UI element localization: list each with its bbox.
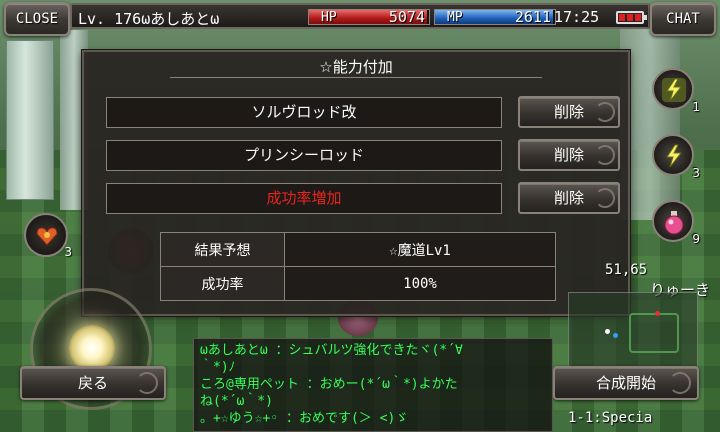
- area-label: 1-1:Specia: [568, 410, 653, 426]
- hp-value: 5074: [388, 8, 425, 26]
- minimap-path: [629, 313, 679, 353]
- chat-line: ころ@専用ペット ：おめー(*´ω｀*)よかた: [200, 377, 458, 392]
- back-button[interactable]: 戻る: [20, 366, 166, 400]
- table-row: 成功率 100%: [160, 266, 556, 301]
- clock: 17:25: [554, 8, 600, 26]
- delete-button[interactable]: 削除: [518, 139, 620, 171]
- minimap[interactable]: [568, 292, 698, 376]
- result-value: 100%: [284, 266, 556, 301]
- top-hud: CLOSE Lv. 176ωあしあとω HP 5074 MP 2611 17:2…: [0, 0, 720, 36]
- chat-button[interactable]: CHAT: [650, 2, 716, 36]
- chat-line: 。+☆ゆう☆+◦ ：おめです(＞ <)ゞ: [200, 411, 409, 426]
- swirl-ornament-icon: [669, 372, 691, 394]
- minimap-ally-dot: [613, 333, 618, 338]
- item-slot[interactable]: 成功率増加: [106, 183, 502, 214]
- hp-label: HP: [321, 10, 337, 25]
- delete-button[interactable]: 削除: [518, 96, 620, 128]
- back-label: 戻る: [77, 374, 108, 392]
- lightning-skill-icon[interactable]: 1: [652, 68, 700, 114]
- item-slot[interactable]: プリンシーロッド: [106, 140, 502, 171]
- mp-label: MP: [447, 10, 463, 25]
- heart-gem-icon[interactable]: 3: [24, 213, 72, 259]
- result-key: 結果予想: [160, 232, 285, 267]
- item-slot[interactable]: ソルヴロッド改: [106, 97, 502, 128]
- result-key: 成功率: [160, 266, 285, 301]
- synth-label: 合成開始: [595, 374, 656, 392]
- swirl-ornament-icon: [595, 102, 615, 122]
- delete-label: 削除: [553, 146, 584, 164]
- swirl-ornament-icon: [595, 188, 615, 208]
- swirl-ornament-icon: [136, 372, 158, 394]
- joystick-knob[interactable]: [69, 325, 115, 371]
- skill-count: 1: [692, 100, 700, 114]
- stone-pillar: [6, 40, 54, 200]
- swirl-ornament-icon: [595, 145, 615, 165]
- delete-label: 削除: [553, 189, 584, 207]
- coordinates: 51,65: [605, 262, 648, 278]
- chat-log[interactable]: ωあしあとω ：シュバルツ強化できたヾ(*´∀ ｀*)ﾉ ころ@専用ペット ：お…: [193, 338, 553, 432]
- item-count: 3: [64, 245, 72, 259]
- minimap-player-dot: [605, 329, 610, 334]
- level-name: Lv. 176ωあしあとω: [78, 10, 220, 28]
- battery-icon: [616, 11, 647, 24]
- delete-label: 削除: [553, 103, 584, 121]
- skill-count: 9: [692, 232, 700, 246]
- result-value: ☆魔道Lv1: [284, 232, 556, 267]
- lightning-skill-icon[interactable]: 3: [652, 134, 700, 180]
- result-table: 結果予想 ☆魔道Lv1 成功率 100%: [160, 232, 556, 301]
- chat-line: ωあしあとω ：シュバルツ強化できたヾ(*´∀: [200, 343, 463, 358]
- start-synthesis-button[interactable]: 合成開始: [553, 366, 699, 400]
- chat-line: ｀*)ﾉ: [200, 360, 236, 375]
- hp-gauge: HP 5074: [308, 9, 430, 25]
- potion-icon[interactable]: 9: [652, 200, 700, 246]
- dialog-title: ☆能力付加: [319, 58, 393, 76]
- chat-line: ね(*´ω｀*): [200, 394, 273, 409]
- table-row: 結果予想 ☆魔道Lv1: [160, 232, 556, 267]
- mp-value: 2611: [514, 8, 551, 26]
- skill-count: 3: [692, 166, 700, 180]
- minimap-enemy-dot: [655, 311, 660, 316]
- title-divider: [170, 77, 542, 78]
- enchant-dialog: ☆能力付加 ソルヴロッド改 削除 プリンシーロッド 削除 成功率増加 削除 結果…: [82, 50, 630, 316]
- status-strip: Lv. 176ωあしあとω HP 5074 MP 2611 17:25: [70, 3, 650, 29]
- delete-button[interactable]: 削除: [518, 182, 620, 214]
- close-button[interactable]: CLOSE: [4, 2, 70, 36]
- mp-gauge: MP 2611: [434, 9, 556, 25]
